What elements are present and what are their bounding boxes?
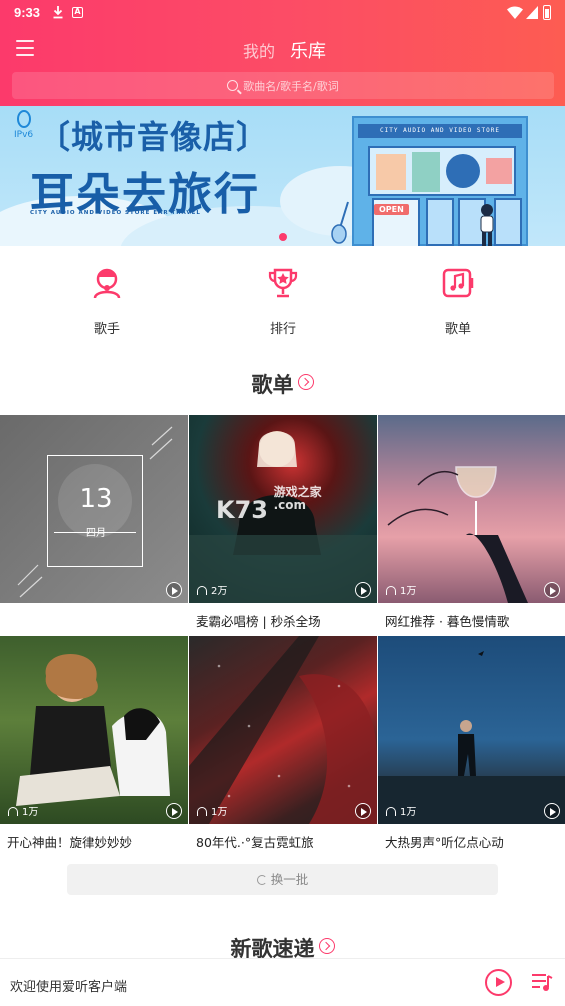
store-sign: CITY AUDIO AND VIDEO STORE [358,124,522,138]
refresh-icon [256,875,267,885]
trophy-icon [268,268,298,298]
banner-subtitle: CITY AUDIO AND VIDEO STORE EAR TRAVEL [30,210,201,216]
banner-carousel[interactable]: IPv6 〔城市音像店〕 耳朵去旅行 CITY AUDIO AND VIDEO … [0,106,565,246]
search-input[interactable]: 歌曲名/歌手名/歌词 [12,72,554,99]
search-placeholder: 歌曲名/歌手名/歌词 [243,80,339,93]
headphones-icon [197,807,207,816]
playlist-name: 麦霸必唱榜 | 秒杀全场 [196,614,321,629]
status-time: 9:33 [14,5,41,20]
calendar-month: 四月 [86,528,106,539]
search-icon [227,80,239,91]
headphones-icon [386,586,396,595]
play-icon[interactable] [544,803,560,819]
menu-icon[interactable] [16,40,34,56]
guitar-illustration [331,201,349,244]
play-icon[interactable] [355,803,371,819]
play-icon[interactable] [166,803,182,819]
playlist-card[interactable]: 1万 大热男声°听亿点心动 [378,636,565,851]
person-illustration [480,204,494,246]
app-header: 9:33 A 我的 乐库 歌曲名/歌手名/歌词 [0,0,565,106]
status-bar: 9:33 A [0,0,565,26]
playlist-name: 网红推荐 · 暮色慢情歌 [385,614,510,629]
quicknav-singer[interactable]: 歌手 [67,266,147,337]
battery-icon [543,5,551,20]
headphones-icon [197,586,207,595]
playlist-queue-icon[interactable] [531,972,553,992]
playlist-name: 大热男声°听亿点心动 [385,835,504,850]
play-count: 1万 [386,582,416,597]
singer-icon [93,268,121,299]
play-count: 1万 [386,803,416,818]
tab-mine[interactable]: 我的 [243,38,275,62]
player-status-text: 欢迎使用爱听客户端 [10,980,128,995]
playlist-card[interactable]: 13 四月 [0,415,188,611]
headphones-icon [8,807,18,816]
chevron-right-icon[interactable] [297,374,314,390]
play-count: 1万 [197,803,227,818]
play-count: 1万 [8,803,38,818]
open-sign: OPEN [374,204,409,215]
carousel-indicator[interactable] [279,233,287,241]
calendar-date-tile: 13 四月 [47,455,143,567]
chevron-right-icon[interactable] [318,938,335,954]
headphones-icon [386,807,396,816]
playlist-card[interactable]: 1万 开心神曲！旋律妙妙妙 [0,636,188,851]
play-icon[interactable] [544,582,560,598]
mini-player[interactable]: 欢迎使用爱听客户端 [0,958,565,1006]
play-count: 2万 [197,582,227,597]
playlist-card[interactable]: 2万 麦霸必唱榜 | 秒杀全场 [189,415,377,630]
playlist-name: 开心神曲！旋律妙妙妙 [7,835,133,850]
play-icon[interactable] [355,582,371,598]
wifi-icon [507,6,523,19]
signal-icon [526,6,538,19]
quicknav-rank[interactable]: 排行 [243,266,323,337]
a-badge-icon: A [72,7,83,18]
quicknav-playlist[interactable]: 歌单 [418,266,498,337]
play-icon[interactable] [166,582,182,598]
banner-title: 〔城市音像店〕 [38,118,270,156]
refresh-batch-button[interactable]: 换一批 [67,864,498,895]
play-button[interactable] [485,969,512,996]
tab-library[interactable]: 乐库 [290,37,326,63]
calendar-day: 13 [79,484,113,514]
ipv6-logo: IPv6 [14,110,33,140]
playlist-card[interactable]: 1万 网红推荐 · 暮色慢情歌 [378,415,565,630]
playlist-name: 80年代.·°复古霓虹旅 [196,835,314,850]
download-icon [53,6,63,19]
music-list-icon [442,268,474,298]
playlists-section-title: 歌单 [0,369,565,399]
playlist-card[interactable]: 1万 80年代.·°复古霓虹旅 [189,636,377,851]
quick-nav: 歌手 排行 歌单 [0,246,565,346]
